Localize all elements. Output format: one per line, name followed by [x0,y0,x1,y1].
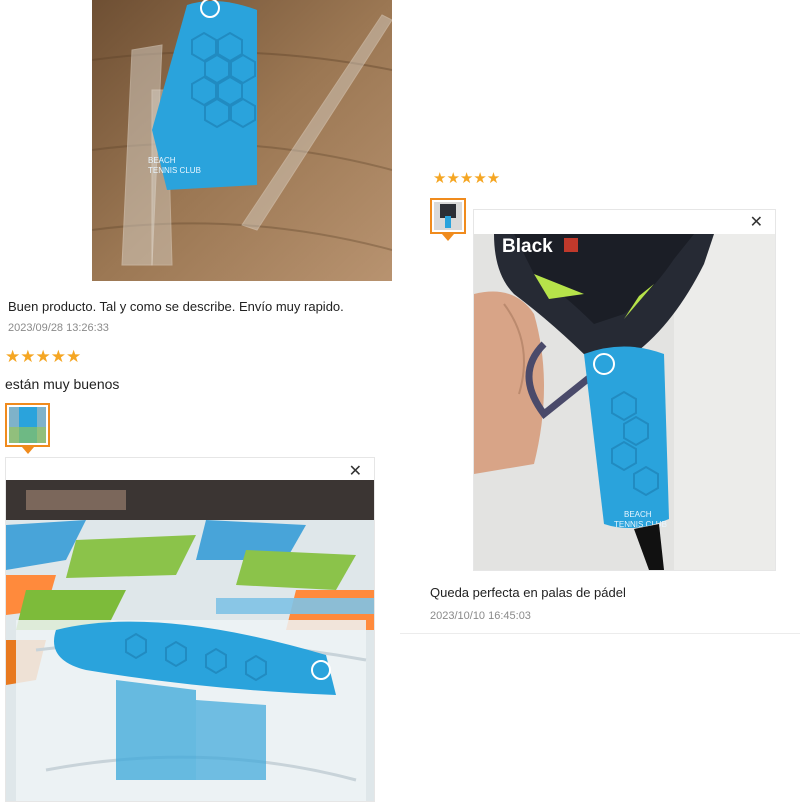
star-rating: ★★★★★ [433,170,501,187]
review-1-date: 2023/09/28 13:26:33 [8,322,109,334]
review-2-rating: ★★★★★ [5,348,81,365]
thumbnail-image [9,407,46,443]
review-divider [400,633,800,634]
close-icon[interactable]: ✕ [349,464,362,480]
review-2-text: están muy buenos [5,376,120,392]
review-2-thumbnail[interactable] [5,403,50,454]
review-1-photo[interactable]: BEACH TENNIS CLUB [92,0,392,281]
grip-on-wood-photo: BEACH TENNIS CLUB [92,0,392,281]
review-3-rating: ★★★★★ [433,171,500,186]
svg-text:BEACH: BEACH [148,156,176,165]
review-2-photo-viewer: ✕ [5,457,375,802]
review-3-text: Queda perfecta en palas de pádel [430,585,626,600]
thumbnail-pointer [21,447,34,454]
review-1-text: Buen producto. Tal y como se describe. E… [8,299,344,314]
thumbnail-image [434,202,462,230]
grip-on-tablecloth-photo [6,480,374,801]
review-3-photo[interactable]: Black BEACH TENNIS CLUB [474,234,775,570]
review-3-thumbnail[interactable] [430,198,466,241]
svg-text:TENNIS CLUB: TENNIS CLUB [148,166,201,175]
close-icon[interactable]: ✕ [750,215,763,231]
svg-text:Black: Black [502,236,553,257]
review-3-photo-viewer: ✕ Black BEACH TENNIS CLUB [473,209,776,571]
review-2-photo[interactable] [6,480,374,801]
review-3-date: 2023/10/10 16:45:03 [430,610,531,622]
thumbnail-pointer [442,234,454,241]
padel-racket-photo: Black BEACH TENNIS CLUB [474,234,775,570]
star-rating: ★★★★★ [5,347,82,366]
svg-text:BEACH: BEACH [624,510,652,519]
